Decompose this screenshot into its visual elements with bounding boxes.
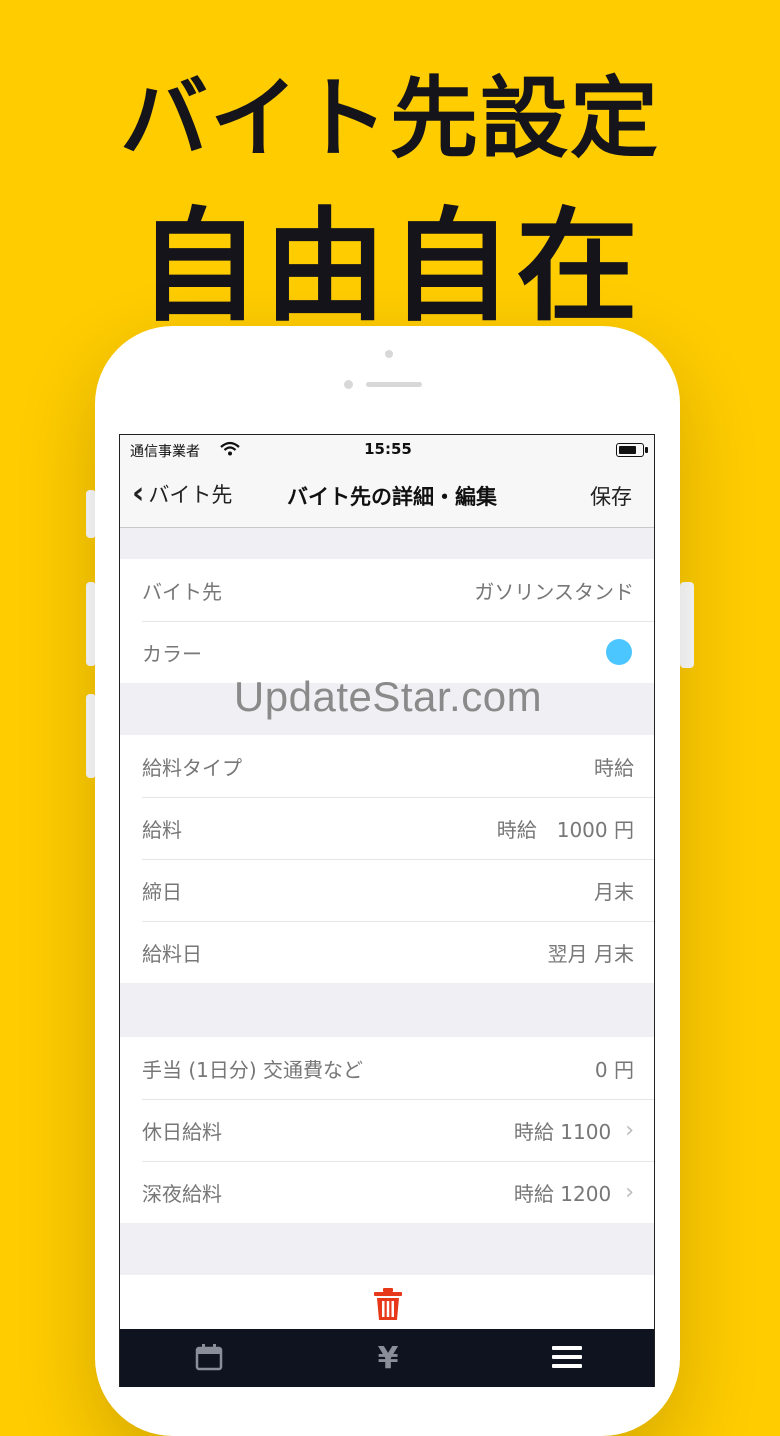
- payday-label: 給料日: [142, 941, 202, 966]
- watermark: UpdateStar.com: [233, 673, 543, 720]
- allowance-label: 手当 (1日分) 交通費など: [142, 1057, 364, 1082]
- payday-value: 翌月 月末: [547, 941, 634, 966]
- workplace-row[interactable]: バイト先 ガソリンスタンド: [120, 559, 654, 621]
- night-pay-row[interactable]: 深夜給料 時給 1200 ›: [120, 1161, 654, 1223]
- headline-line1: バイト先設定: [119, 67, 660, 170]
- closing-day-value: 月末: [594, 879, 634, 904]
- app-screen: 通信事業者 15:55 ‹ バイト先 バイト先の詳細・編集 保存 バイト先 ガソ…: [119, 434, 655, 1387]
- pay-label: 給料: [142, 817, 182, 842]
- chevron-right-icon: ›: [625, 1117, 634, 1143]
- color-label: カラー: [142, 641, 202, 666]
- pay-section: 給料タイプ 時給 給料 時給 1000 円 締日 月末 給料日 翌月 月末: [120, 735, 654, 983]
- pay-value: 時給 1000 円: [496, 817, 634, 842]
- headline-line2: 自由自在: [138, 196, 642, 338]
- status-bar: 通信事業者 15:55: [120, 435, 654, 465]
- pay-type-row[interactable]: 給料タイプ 時給: [120, 735, 654, 797]
- night-pay-label: 深夜給料: [142, 1181, 222, 1206]
- tab-salary[interactable]: ¥: [299, 1329, 478, 1387]
- holiday-pay-label: 休日給料: [142, 1119, 222, 1144]
- save-button[interactable]: 保存: [590, 481, 632, 511]
- delete-bar: [120, 1275, 654, 1329]
- payday-row[interactable]: 給料日 翌月 月末: [120, 921, 654, 983]
- trash-icon[interactable]: [373, 1287, 403, 1325]
- closing-day-label: 締日: [142, 879, 182, 904]
- navigation-bar: ‹ バイト先 バイト先の詳細・編集 保存: [120, 465, 654, 528]
- phone-sensor: [344, 380, 353, 389]
- phone-speaker: [366, 382, 422, 387]
- yen-icon: ¥: [377, 1341, 399, 1376]
- color-swatch[interactable]: [606, 639, 632, 665]
- pay-type-value: 時給: [594, 755, 634, 780]
- battery-icon: [616, 443, 648, 457]
- night-pay-value: 時給 1200: [513, 1181, 612, 1206]
- holiday-pay-value: 時給 1100: [513, 1119, 612, 1144]
- chevron-right-icon: ›: [625, 1179, 634, 1205]
- allowance-row[interactable]: 手当 (1日分) 交通費など 0 円: [120, 1037, 654, 1099]
- page-title: バイト先の詳細・編集: [287, 485, 497, 509]
- extra-pay-section: 手当 (1日分) 交通費など 0 円 休日給料 時給 1100 › 深夜給料 時…: [120, 1037, 654, 1223]
- pay-row[interactable]: 給料 時給 1000 円: [120, 797, 654, 859]
- closing-day-row[interactable]: 締日 月末: [120, 859, 654, 921]
- tab-bar: ¥: [120, 1329, 654, 1387]
- calendar-icon: [195, 1343, 223, 1375]
- pay-type-label: 給料タイプ: [142, 755, 242, 780]
- tab-menu[interactable]: [477, 1329, 654, 1387]
- workplace-section: バイト先 ガソリンスタンド カラー: [120, 559, 654, 683]
- status-time: 15:55: [364, 440, 412, 458]
- workplace-value: ガソリンスタンド: [474, 579, 634, 604]
- menu-icon: [551, 1345, 582, 1373]
- holiday-pay-row[interactable]: 休日給料 時給 1100 ›: [120, 1099, 654, 1161]
- tab-calendar[interactable]: [120, 1329, 299, 1387]
- workplace-label: バイト先: [142, 579, 222, 604]
- phone-camera: [385, 350, 393, 358]
- allowance-value: 0 円: [594, 1057, 634, 1082]
- phone-power-button: [680, 582, 694, 668]
